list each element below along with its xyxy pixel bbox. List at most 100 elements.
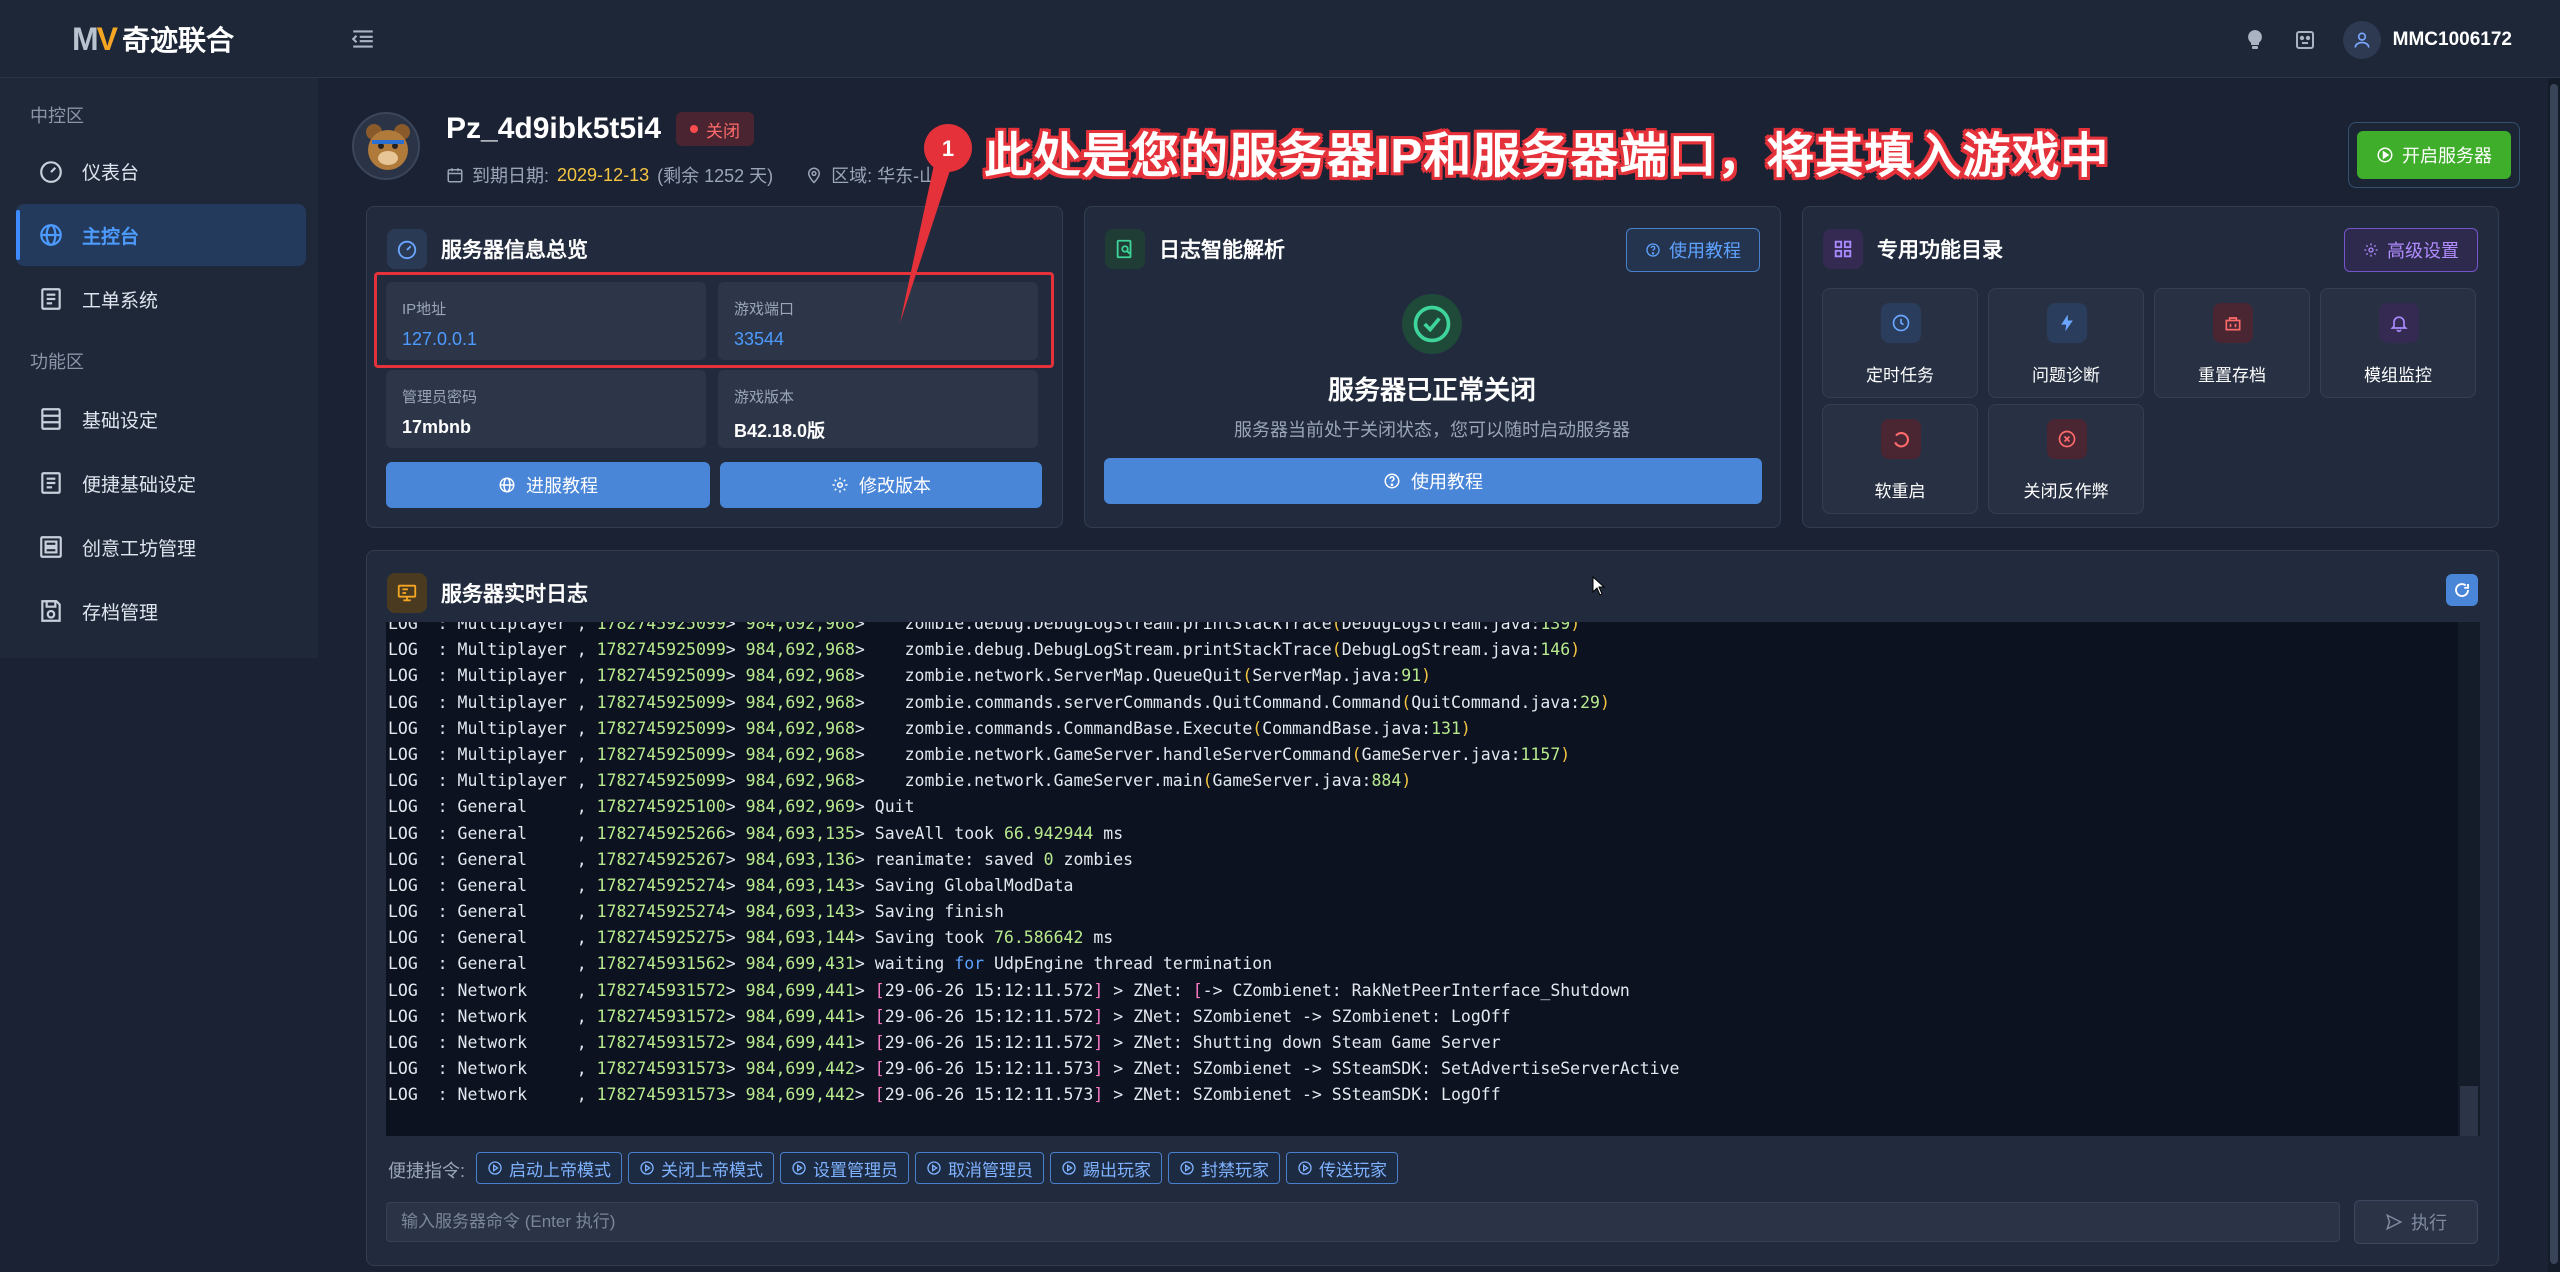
sidebar-item-saves[interactable]: 存档管理 xyxy=(16,580,306,642)
reset-icon xyxy=(2213,303,2253,343)
lightbulb-icon[interactable] xyxy=(2243,28,2267,52)
play-circle-icon xyxy=(488,1161,502,1175)
annotation-text: 此处是您的服务器IP和服务器端口，将其填入游戏中 xyxy=(984,130,2110,183)
sidebar-item-label: 工单系统 xyxy=(82,290,159,312)
send-icon xyxy=(2385,1213,2403,1231)
globe-icon xyxy=(499,477,515,493)
log-line: LOG : General , 1782745925275> 984,693,1… xyxy=(388,928,1114,948)
sidebar-item-label: 仪表台 xyxy=(82,162,140,184)
play-circle-icon xyxy=(927,1161,941,1175)
feature-soft-restart[interactable]: 软重启 xyxy=(1822,404,1978,514)
quick-commands: 启动上帝模式 关闭上帝模式 设置管理员 取消管理员 踢出玩家 封禁玩家 传送玩家 xyxy=(476,1152,1398,1184)
log-line: LOG : Network , 1782745931572> 984,699,4… xyxy=(388,1033,1501,1052)
quick-command-button[interactable]: 封禁玩家 xyxy=(1168,1152,1280,1184)
play-circle-icon xyxy=(1298,1161,1312,1175)
remaining-days: (剩余 1252 天) xyxy=(657,166,774,186)
quick-command-button[interactable]: 传送玩家 xyxy=(1286,1152,1398,1184)
feature-diagnostics[interactable]: 问题诊断 xyxy=(1988,288,2144,398)
help-circle-icon xyxy=(1384,473,1400,489)
log-line: LOG : General , 1782745931562> 984,699,4… xyxy=(388,954,1273,974)
quick-command-label: 启动上帝模式 xyxy=(509,1160,611,1180)
usage-tutorial-button[interactable]: 使用教程 xyxy=(1104,458,1762,504)
start-server-label: 开启服务器 xyxy=(2402,146,2492,166)
user-icon xyxy=(2354,32,2370,48)
command-input[interactable] xyxy=(386,1202,2340,1242)
annotation-badge: 1 xyxy=(942,136,954,161)
page-scrollbar[interactable] xyxy=(2548,78,2560,1272)
server-avatar xyxy=(352,112,420,180)
sidebar-item-dashboard[interactable]: 仪表台 xyxy=(16,140,306,202)
logo-mark: MV xyxy=(72,20,118,57)
sidebar-item-label: 便捷基础设定 xyxy=(82,474,197,496)
log-tutorial-button[interactable]: 使用教程 xyxy=(1626,228,1760,272)
start-server-button[interactable]: 开启服务器 xyxy=(2357,131,2511,179)
log-line: LOG : Multiplayer , 1782745925099> 984,6… xyxy=(388,666,1432,686)
refresh-log-button[interactable] xyxy=(2446,574,2478,606)
sidebar-item-quick-settings[interactable]: 便捷基础设定 xyxy=(16,452,306,514)
quick-command-button[interactable]: 踢出玩家 xyxy=(1050,1152,1162,1184)
quick-command-label: 踢出玩家 xyxy=(1083,1160,1151,1180)
logo[interactable]: MV 奇迹联合 xyxy=(72,18,234,60)
list-icon xyxy=(41,288,61,310)
sidebar: 中控区 仪表台 主控台 工单系统 功能区 基础设定 便捷基础设定 创意工坊管理 … xyxy=(0,78,318,658)
log-line: LOG : General , 1782745925267> 984,693,1… xyxy=(388,849,1134,869)
expiry-date: 2029-12-13 xyxy=(557,164,650,185)
quick-command-button[interactable]: 关闭上帝模式 xyxy=(628,1152,774,1184)
feature-label: 模组监控 xyxy=(2364,366,2432,385)
admin-password-box[interactable]: 管理员密码 17mbnb xyxy=(386,370,706,448)
user-menu[interactable]: MMC1006172 xyxy=(2342,21,2512,59)
feature-scheduled-tasks[interactable]: 定时任务 xyxy=(1822,288,1978,398)
logo-text: 奇迹联合 xyxy=(122,25,235,56)
document-search-icon xyxy=(1105,229,1145,269)
log-line: LOG : Multiplayer , 1782745925099> 984,6… xyxy=(388,718,1471,738)
sidebar-item-console[interactable]: 主控台 xyxy=(16,204,306,266)
sidebar-section-control: 中控区 xyxy=(30,106,84,126)
status-badge: 关闭 xyxy=(676,112,754,146)
sidebar-item-tickets[interactable]: 工单系统 xyxy=(16,268,306,330)
log-line: LOG : Multiplayer , 1782745925099> 984,6… xyxy=(388,692,1610,712)
menu-toggle-icon[interactable] xyxy=(350,26,376,52)
version-label: 游戏版本 xyxy=(734,389,795,406)
game-version-box[interactable]: 游戏版本 B42.18.0版 xyxy=(718,370,1038,448)
change-version-button[interactable]: 修改版本 xyxy=(720,462,1042,508)
log-line: LOG : Multiplayer , 1782745925099> 984,6… xyxy=(388,640,1581,660)
execute-button[interactable]: 执行 xyxy=(2354,1200,2478,1244)
play-circle-icon xyxy=(640,1161,654,1175)
sidebar-item-label: 创意工坊管理 xyxy=(82,538,197,560)
bot-icon[interactable] xyxy=(2293,28,2317,52)
server-stopped-subtitle: 服务器当前处于关闭状态，您可以随时启动服务器 xyxy=(1234,420,1630,440)
sidebar-item-label: 基础设定 xyxy=(82,410,159,432)
play-circle-icon xyxy=(1180,1161,1194,1175)
join-tutorial-button[interactable]: 进服教程 xyxy=(386,462,710,508)
log-line: LOG : General , 1782745925100> 984,692,9… xyxy=(388,797,915,817)
help-circle-icon xyxy=(1646,243,1660,257)
quick-command-label: 封禁玩家 xyxy=(1201,1160,1269,1180)
version-value: B42.18.0版 xyxy=(734,421,826,441)
log-console[interactable]: LOG : Multiplayer , 1782745925099> 984,6… xyxy=(386,622,2480,1136)
save-icon xyxy=(41,600,61,622)
server-meta: 到期日期: 2029-12-13 (剩余 1252 天) 区域: 华东-山 xyxy=(446,162,937,188)
admin-label: 管理员密码 xyxy=(402,389,478,406)
calendar-icon xyxy=(447,168,463,183)
advanced-settings-button[interactable]: 高级设置 xyxy=(2344,228,2478,272)
sidebar-section-function: 功能区 xyxy=(30,352,84,372)
server-stopped-title: 服务器已正常关闭 xyxy=(1327,375,1536,405)
annotation-pointer: 1 xyxy=(900,124,972,323)
log-scrollbar[interactable] xyxy=(2458,622,2480,1136)
location-icon xyxy=(808,167,821,184)
feature-label: 关闭反作弊 xyxy=(2023,482,2109,501)
sidebar-item-basic-settings[interactable]: 基础设定 xyxy=(16,388,306,450)
quick-command-label: 关闭上帝模式 xyxy=(661,1160,763,1180)
quick-command-button[interactable]: 启动上帝模式 xyxy=(476,1152,622,1184)
log-line: LOG : General , 1782745925274> 984,693,1… xyxy=(388,875,1074,895)
feature-reset-save[interactable]: 重置存档 xyxy=(2154,288,2310,398)
gauge-icon xyxy=(40,161,62,183)
feature-disable-anticheat[interactable]: 关闭反作弊 xyxy=(1988,404,2144,514)
quick-command-button[interactable]: 取消管理员 xyxy=(915,1152,1044,1184)
user-avatar xyxy=(2342,21,2381,59)
log-line: LOG : Network , 1782745931572> 984,699,4… xyxy=(388,1006,1511,1026)
grid-icon xyxy=(1823,229,1863,269)
sidebar-item-workshop[interactable]: 创意工坊管理 xyxy=(16,516,306,578)
feature-mod-monitor[interactable]: 模组监控 xyxy=(2320,288,2476,398)
quick-command-button[interactable]: 设置管理员 xyxy=(780,1152,909,1184)
